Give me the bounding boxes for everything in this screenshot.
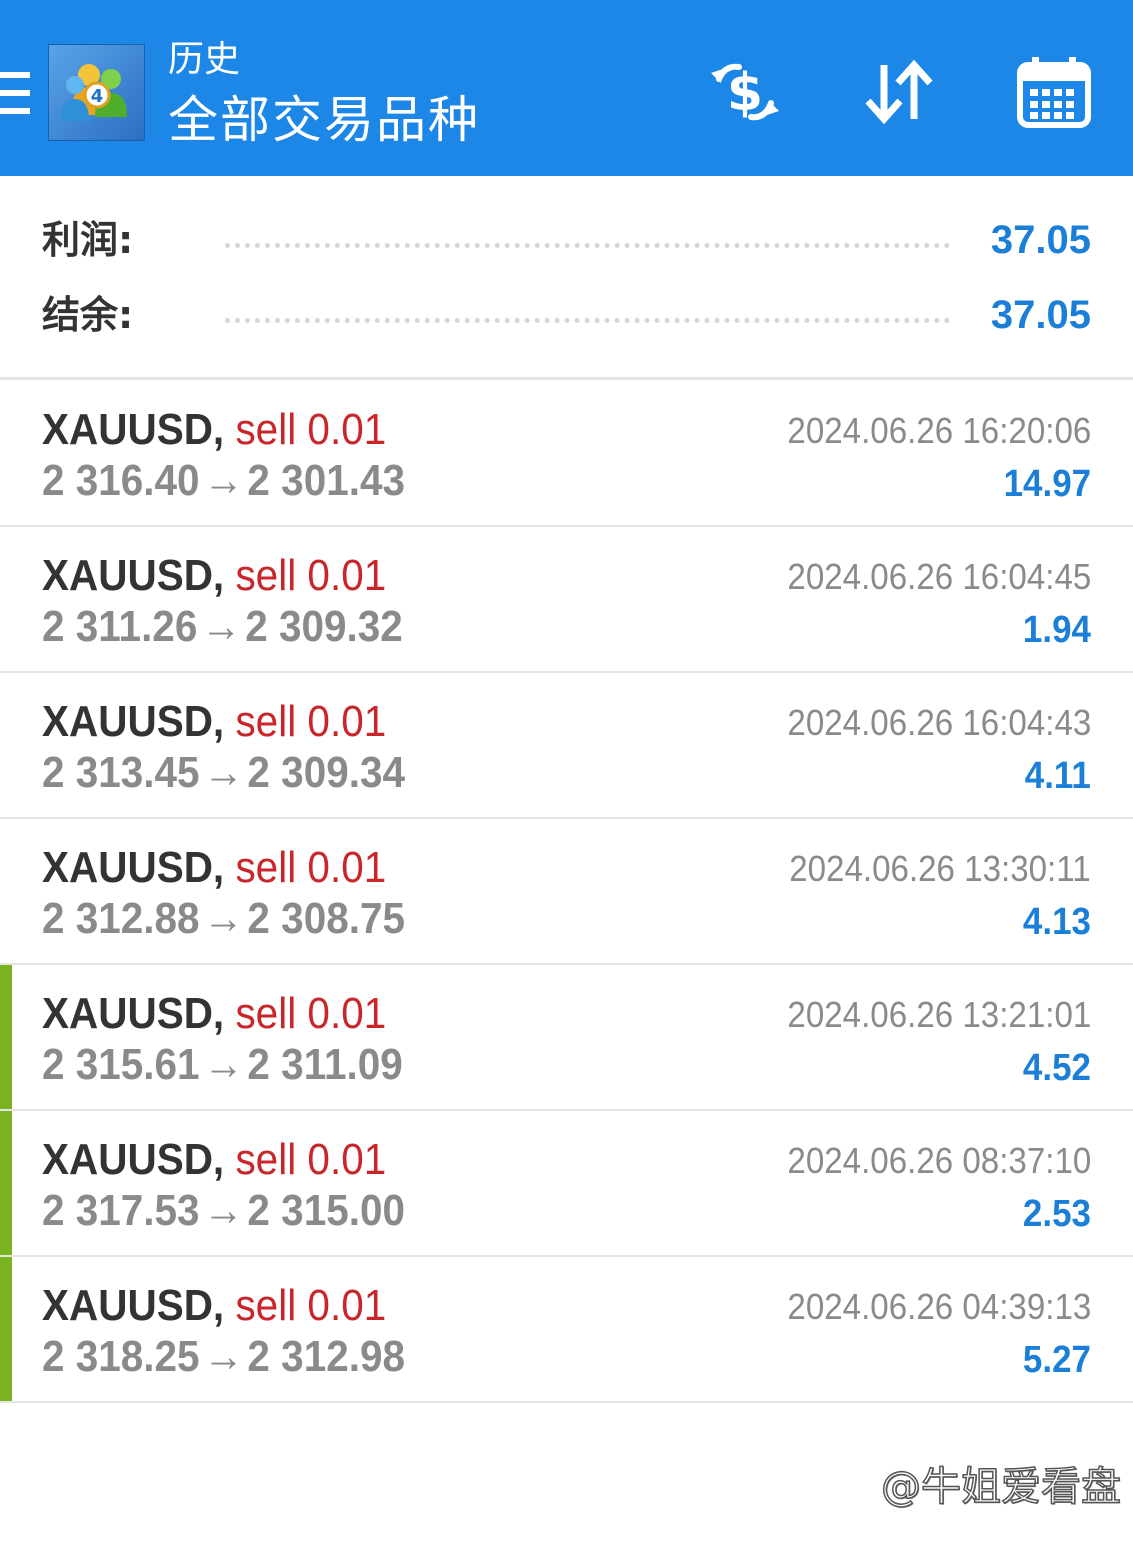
trade-title: XAUUSD, sell 0.01 — [42, 549, 386, 603]
balance-value: 37.05 — [990, 293, 1091, 337]
close-price: 2 309.34 — [247, 748, 405, 797]
trade-row[interactable]: XAUUSD, sell 0.01 2 315.61→2 311.09 2024.0… — [0, 965, 1133, 1111]
arrow-right-icon: → — [203, 748, 244, 797]
svg-text:4: 4 — [91, 86, 104, 107]
arrow-right-icon: → — [203, 1040, 244, 1089]
trade-prices: 2 318.25→2 312.98 — [42, 1330, 405, 1384]
trade-profit: 4.11 — [1024, 755, 1091, 797]
trade-side-volume: sell 0.01 — [235, 843, 387, 892]
history-screen: 4 历史 全部交易品种 $ 利润: 37.05 结余: 37.05 XAUUSD… — [0, 0, 1133, 1551]
trade-title: XAUUSD, sell 0.01 — [42, 841, 386, 895]
close-price: 2 311.09 — [247, 1040, 403, 1089]
trade-status-marker — [0, 1257, 12, 1401]
dotted-leader — [225, 243, 950, 248]
trade-side-volume: sell 0.01 — [235, 551, 387, 600]
symbol-filter-title[interactable]: 全部交易品种 — [168, 90, 480, 150]
balance-summary-row: 结余: 37.05 — [0, 285, 1133, 345]
trade-symbol: XAUUSD, — [42, 989, 225, 1038]
trade-profit: 4.13 — [1022, 901, 1091, 943]
app-header: 4 历史 全部交易品种 $ — [0, 0, 1133, 176]
profit-value: 37.05 — [990, 218, 1091, 262]
open-price: 2 313.45 — [42, 748, 200, 797]
close-price: 2 315.00 — [247, 1186, 405, 1235]
open-price: 2 318.25 — [42, 1332, 200, 1381]
trade-symbol: XAUUSD, — [42, 551, 225, 600]
trade-profit: 14.97 — [1003, 463, 1091, 505]
open-price: 2 317.53 — [42, 1186, 200, 1235]
trade-prices: 2 317.53→2 315.00 — [42, 1184, 405, 1238]
metatrader4-logo-icon[interactable]: 4 — [48, 44, 145, 141]
trade-title: XAUUSD, sell 0.01 — [42, 987, 386, 1041]
trade-profit: 4.52 — [1022, 1047, 1091, 1089]
trade-side-volume: sell 0.01 — [235, 1281, 387, 1330]
open-price: 2 316.40 — [42, 456, 200, 505]
trade-profit: 1.94 — [1022, 609, 1091, 651]
header-title: 历史 — [168, 39, 241, 80]
trade-profit: 2.53 — [1022, 1193, 1091, 1235]
balance-label: 结余: — [42, 293, 134, 337]
row-divider — [0, 1401, 1133, 1403]
trade-prices: 2 311.26→2 309.32 — [42, 600, 403, 654]
trade-row[interactable]: XAUUSD, sell 0.01 2 311.26→2 309.32 2024.0… — [0, 527, 1133, 673]
trade-status-marker — [0, 1111, 12, 1255]
close-price: 2 312.98 — [247, 1332, 405, 1381]
trade-timestamp: 2024.06.26 08:37:10 — [787, 1140, 1091, 1181]
arrow-right-icon: → — [203, 456, 244, 505]
trade-side-volume: sell 0.01 — [235, 697, 387, 746]
trade-symbol: XAUUSD, — [42, 405, 225, 454]
trade-profit: 5.27 — [1022, 1339, 1091, 1381]
trade-side-volume: sell 0.01 — [235, 405, 387, 454]
dotted-leader — [225, 318, 950, 323]
trade-timestamp: 2024.06.26 13:30:11 — [789, 848, 1091, 889]
trade-row[interactable]: XAUUSD, sell 0.01 2 312.88→2 308.75 2024.0… — [0, 819, 1133, 965]
trade-timestamp: 2024.06.26 16:20:06 — [787, 410, 1091, 451]
trade-row[interactable]: XAUUSD, sell 0.01 2 317.53→2 315.00 2024.0… — [0, 1111, 1133, 1257]
trade-timestamp: 2024.06.26 16:04:43 — [787, 702, 1091, 743]
trade-title: XAUUSD, sell 0.01 — [42, 1279, 386, 1333]
trade-title: XAUUSD, sell 0.01 — [42, 695, 386, 749]
calendar-icon[interactable] — [1014, 55, 1094, 130]
trade-timestamp: 2024.06.26 13:21:01 — [787, 994, 1091, 1035]
trade-prices: 2 315.61→2 311.09 — [42, 1038, 403, 1092]
arrow-right-icon: → — [203, 1186, 244, 1235]
trade-row[interactable]: XAUUSD, sell 0.01 2 313.45→2 309.34 2024.0… — [0, 673, 1133, 819]
section-divider — [0, 377, 1133, 380]
trade-symbol: XAUUSD, — [42, 1135, 225, 1184]
trade-prices: 2 316.40→2 301.43 — [42, 454, 405, 508]
arrow-right-icon: → — [203, 894, 244, 943]
trade-prices: 2 313.45→2 309.34 — [42, 746, 405, 800]
arrow-right-icon: → — [203, 1332, 244, 1381]
hamburger-menu-icon[interactable] — [0, 72, 30, 116]
trade-title: XAUUSD, sell 0.01 — [42, 1133, 386, 1187]
trade-prices: 2 312.88→2 308.75 — [42, 892, 405, 946]
trade-title: XAUUSD, sell 0.01 — [42, 403, 386, 457]
profit-summary-row: 利润: 37.05 — [0, 210, 1133, 270]
open-price: 2 315.61 — [42, 1040, 200, 1089]
close-price: 2 308.75 — [247, 894, 405, 943]
open-price: 2 311.26 — [42, 602, 198, 651]
close-price: 2 309.32 — [245, 602, 403, 651]
trade-status-marker — [0, 965, 12, 1109]
trade-side-volume: sell 0.01 — [235, 989, 387, 1038]
arrow-right-icon: → — [201, 602, 242, 651]
profit-label: 利润: — [42, 218, 134, 262]
trade-row[interactable]: XAUUSD, sell 0.01 2 318.25→2 312.98 2024.0… — [0, 1257, 1133, 1403]
open-price: 2 312.88 — [42, 894, 200, 943]
trade-timestamp: 2024.06.26 16:04:45 — [787, 556, 1091, 597]
close-price: 2 301.43 — [247, 456, 405, 505]
trade-symbol: XAUUSD, — [42, 1281, 225, 1330]
trade-side-volume: sell 0.01 — [235, 1135, 387, 1184]
sort-arrows-icon[interactable] — [860, 55, 940, 130]
watermark-text: @牛姐爱看盘 — [880, 1463, 1122, 1511]
trade-symbol: XAUUSD, — [42, 697, 225, 746]
trade-symbol: XAUUSD, — [42, 843, 225, 892]
currency-exchange-icon[interactable]: $ — [705, 55, 785, 130]
trade-timestamp: 2024.06.26 04:39:13 — [787, 1286, 1091, 1327]
trade-row[interactable]: XAUUSD, sell 0.01 2 316.40→2 301.43 2024.0… — [0, 381, 1133, 527]
